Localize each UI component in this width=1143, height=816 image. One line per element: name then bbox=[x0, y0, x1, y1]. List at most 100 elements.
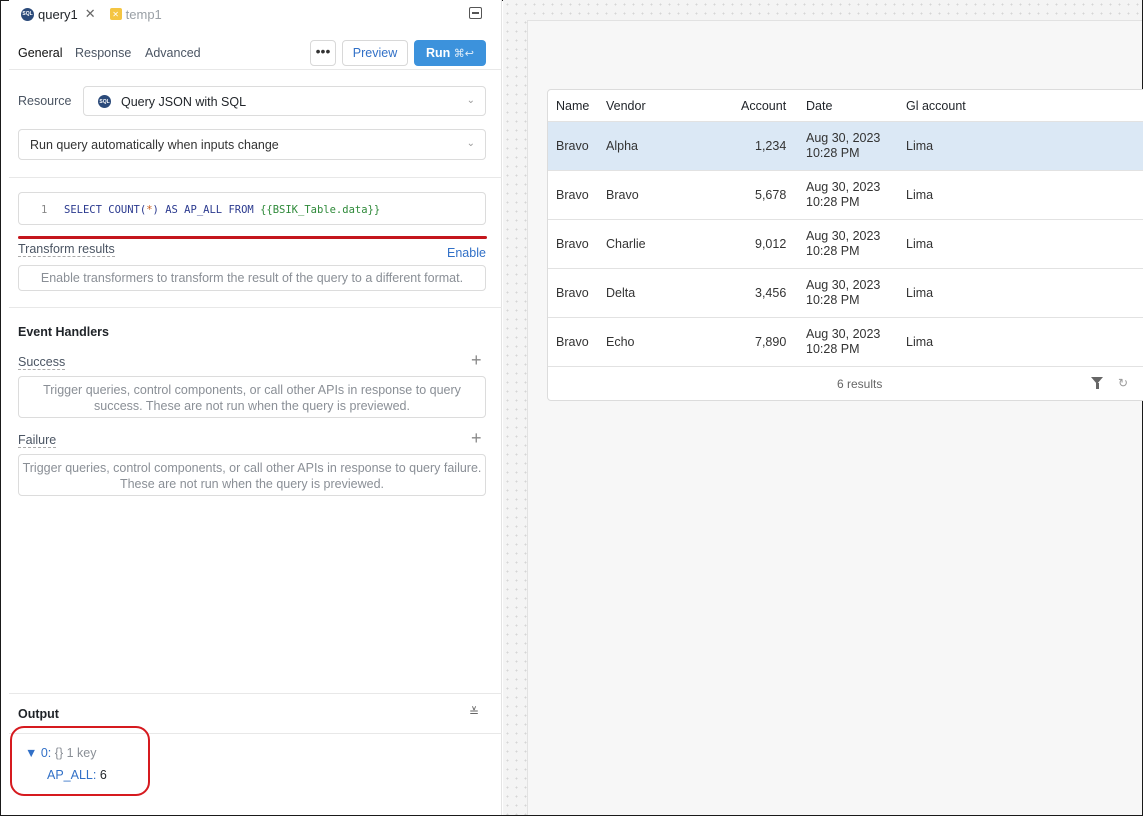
cell-account: 1,234 bbox=[755, 139, 787, 153]
tab-response[interactable]: Response bbox=[75, 46, 131, 60]
column-header[interactable]: Date bbox=[806, 99, 832, 113]
sql-keyword-select: SELECT bbox=[64, 204, 102, 216]
cell-vendor: Bravo bbox=[606, 188, 639, 202]
add-success-handler-icon[interactable]: + bbox=[471, 350, 482, 371]
cell-vendor: Delta bbox=[606, 286, 636, 300]
collapse-panel-icon[interactable] bbox=[469, 7, 482, 19]
column-header[interactable]: Name bbox=[556, 99, 589, 113]
sql-icon: SQL bbox=[21, 7, 34, 21]
table-row[interactable]: Bravo Alpha 1,234 Aug 30, 2023 10:28 PM L… bbox=[548, 122, 1143, 171]
column-header[interactable]: Vendor bbox=[606, 99, 646, 113]
date-time: 10:28 PM bbox=[806, 195, 860, 209]
run-mode-value: Run query automatically when inputs chan… bbox=[30, 138, 279, 152]
failure-label: Failure bbox=[18, 433, 57, 448]
cell-name: Bravo bbox=[556, 335, 589, 349]
tab-query1[interactable]: SQL query1 ✕ bbox=[9, 0, 96, 28]
sql-icon: SQL bbox=[98, 95, 111, 108]
date-time: 10:28 PM bbox=[806, 146, 860, 160]
cell-gl: Lima bbox=[906, 335, 934, 349]
chevron-down-icon: ⌄ bbox=[466, 138, 475, 149]
cell-gl: Lima bbox=[906, 139, 934, 153]
date-day: Aug 30, 2023 bbox=[806, 180, 881, 194]
data-table[interactable]: Name Vendor Account Date Gl account Brav… bbox=[547, 89, 1143, 401]
event-handlers-title: Event Handlers bbox=[18, 325, 110, 339]
app-canvas: Name Vendor Account Date Gl account Brav… bbox=[503, 0, 1143, 815]
resource-label: Resource bbox=[18, 94, 72, 108]
table-header: Name Vendor Account Date Gl account bbox=[548, 90, 1143, 122]
cell-name: Bravo bbox=[556, 237, 589, 251]
cell-date: Aug 30, 2023 10:28 PM bbox=[806, 180, 880, 210]
cell-date: Aug 30, 2023 10:28 PM bbox=[806, 278, 880, 308]
failure-help: Trigger queries, control components, or … bbox=[18, 454, 486, 496]
cell-name: Bravo bbox=[556, 286, 589, 300]
line-number: 1 bbox=[41, 204, 48, 216]
sql-keyword-as: AS bbox=[165, 204, 178, 216]
sql-count-fn: COUNT( bbox=[108, 204, 147, 216]
cell-date: Aug 30, 2023 10:28 PM bbox=[806, 229, 880, 259]
table-row[interactable]: Bravo Bravo 5,678 Aug 30, 2023 10:28 PM L… bbox=[548, 171, 1143, 220]
divider bbox=[9, 307, 502, 308]
cell-name: Bravo bbox=[556, 139, 589, 153]
sql-template: {{BSIK_Table.data}} bbox=[260, 204, 381, 216]
success-help: Trigger queries, control components, or … bbox=[18, 376, 486, 418]
cell-account: 3,456 bbox=[755, 286, 787, 300]
table-row[interactable]: Bravo Echo 7,890 Aug 30, 2023 10:28 PM Li… bbox=[548, 318, 1143, 367]
chevron-down-icon: ⌄ bbox=[466, 95, 475, 106]
date-day: Aug 30, 2023 bbox=[806, 278, 881, 292]
tab-label: temp1 bbox=[125, 6, 162, 22]
tab-label: query1 bbox=[38, 6, 78, 22]
run-button[interactable]: Run ⌘↩ bbox=[414, 40, 486, 66]
sql-alias: AP_ALL bbox=[184, 204, 223, 216]
date-day: Aug 30, 2023 bbox=[806, 131, 881, 145]
transform-results-label: Transform results bbox=[18, 242, 115, 257]
more-options-button[interactable]: ••• bbox=[310, 40, 336, 66]
resource-value: Query JSON with SQL bbox=[121, 95, 247, 109]
sql-code: SELECT COUNT(*) AS AP_ALL FROM {{BSIK_Ta… bbox=[64, 204, 380, 216]
refresh-icon[interactable]: ↻ bbox=[1118, 376, 1128, 390]
enable-transform-link[interactable]: Enable bbox=[447, 246, 486, 260]
cell-gl: Lima bbox=[906, 237, 934, 251]
table-row[interactable]: Bravo Charlie 9,012 Aug 30, 2023 10:28 PM… bbox=[548, 220, 1143, 269]
annotation-circle bbox=[10, 726, 150, 796]
cell-vendor: Alpha bbox=[606, 139, 638, 153]
date-time: 10:28 PM bbox=[806, 244, 860, 258]
result-count: 6 results bbox=[837, 377, 883, 391]
cell-gl: Lima bbox=[906, 188, 934, 202]
query-subnav: General Response Advanced ••• Preview Ru… bbox=[9, 36, 502, 70]
tab-temp1[interactable]: ✕ temp1 bbox=[96, 0, 162, 28]
chevron-double-down-icon[interactable]: ≚ bbox=[469, 705, 479, 719]
cell-date: Aug 30, 2023 10:28 PM bbox=[806, 327, 880, 357]
date-day: Aug 30, 2023 bbox=[806, 327, 881, 341]
query-tabs: SQL query1 ✕ ✕ temp1 bbox=[9, 0, 502, 28]
date-time: 10:28 PM bbox=[806, 293, 860, 307]
sql-count-close: ) bbox=[152, 204, 159, 216]
output-title: Output bbox=[18, 707, 59, 721]
annotation-underline bbox=[18, 236, 487, 239]
column-header[interactable]: Gl account bbox=[906, 99, 966, 113]
sql-editor[interactable]: 1 SELECT COUNT(*) AS AP_ALL FROM {{BSIK_… bbox=[18, 192, 486, 225]
tab-advanced[interactable]: Advanced bbox=[145, 46, 201, 60]
add-failure-handler-icon[interactable]: + bbox=[471, 428, 482, 449]
cell-vendor: Echo bbox=[606, 335, 635, 349]
transform-placeholder[interactable]: Enable transformers to transform the res… bbox=[18, 265, 486, 291]
date-time: 10:28 PM bbox=[806, 342, 860, 356]
query-editor-panel: SQL query1 ✕ ✕ temp1 General Response Ad… bbox=[9, 0, 502, 815]
sql-keyword-from: FROM bbox=[228, 204, 254, 216]
date-day: Aug 30, 2023 bbox=[806, 229, 881, 243]
cell-vendor: Charlie bbox=[606, 237, 646, 251]
filter-icon[interactable] bbox=[1091, 377, 1103, 389]
run-mode-select[interactable]: Run query automatically when inputs chan… bbox=[18, 129, 486, 160]
column-header[interactable]: Account bbox=[741, 99, 786, 113]
resource-select[interactable]: SQL Query JSON with SQL ⌄ bbox=[83, 86, 486, 116]
preview-button[interactable]: Preview bbox=[342, 40, 408, 66]
js-icon: ✕ bbox=[109, 8, 122, 20]
table-row[interactable]: Bravo Delta 3,456 Aug 30, 2023 10:28 PM L… bbox=[548, 269, 1143, 318]
cell-date: Aug 30, 2023 10:28 PM bbox=[806, 131, 880, 161]
success-label: Success bbox=[18, 355, 66, 370]
close-icon[interactable]: ✕ bbox=[85, 6, 96, 22]
cell-name: Bravo bbox=[556, 188, 589, 202]
cell-account: 5,678 bbox=[755, 188, 787, 202]
tab-general[interactable]: General bbox=[18, 46, 62, 60]
run-label: Run bbox=[425, 46, 451, 60]
cell-gl: Lima bbox=[906, 286, 934, 300]
